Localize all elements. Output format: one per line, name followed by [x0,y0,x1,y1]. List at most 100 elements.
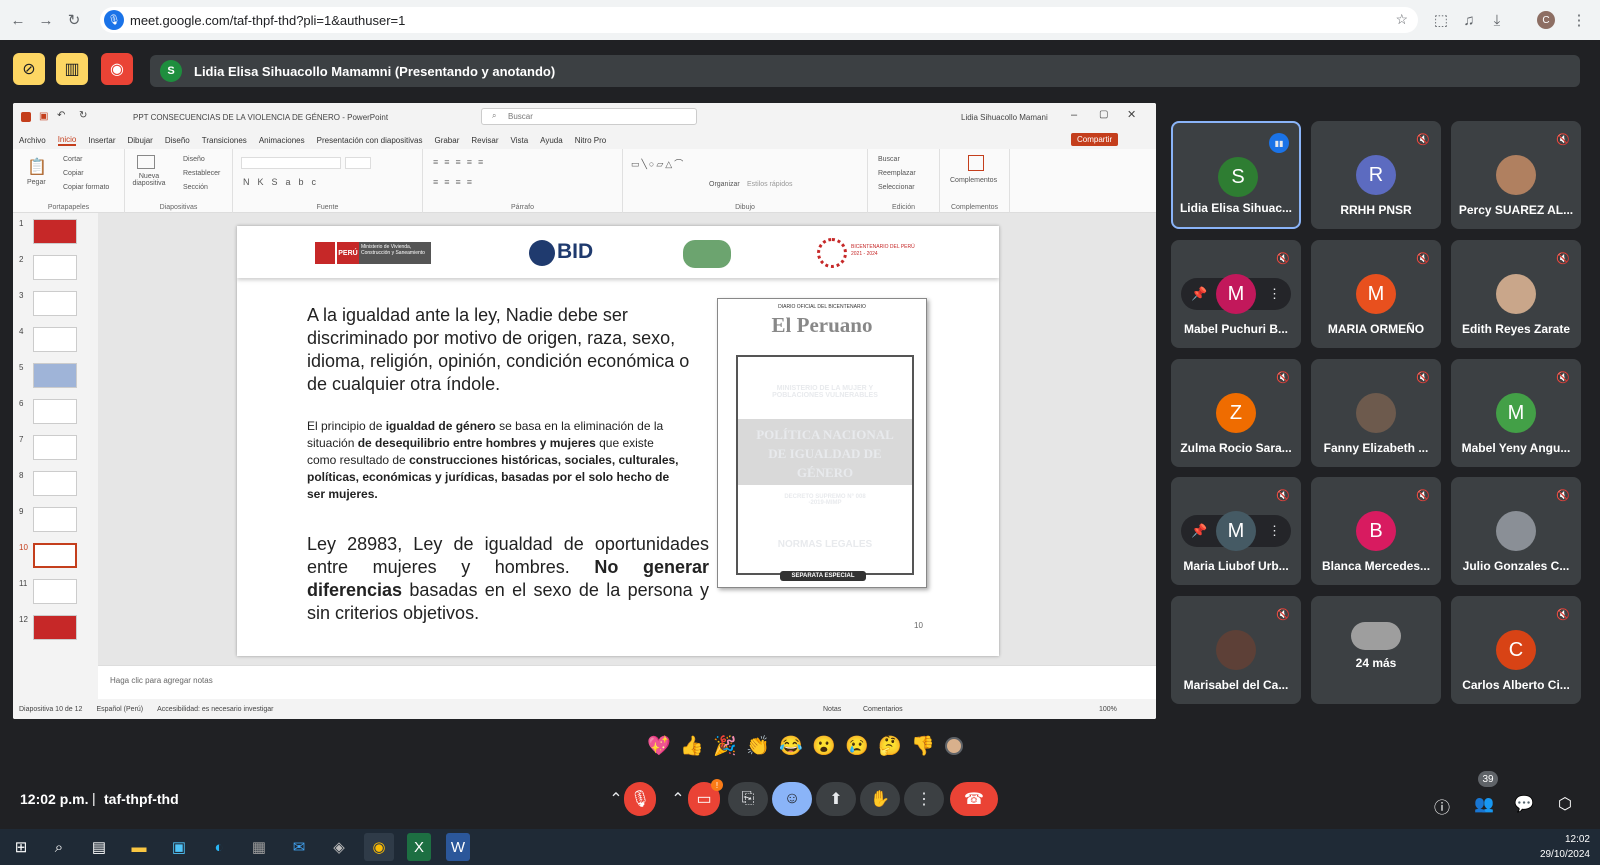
reaction-thumbs-up[interactable]: 👍 [680,734,704,758]
excel-icon[interactable]: X [407,833,431,861]
browser-menu-icon[interactable]: ⋮ [1566,7,1592,33]
participant-tile[interactable]: Julio Gonzales C... 🔇 [1451,477,1581,585]
tab-vista[interactable]: Vista [511,136,529,145]
maximize-icon[interactable]: ▢ [1099,109,1108,120]
layout-button[interactable]: Diseño [183,156,205,163]
align-icons[interactable]: ≡≡≡≡ [433,177,478,187]
back-icon[interactable]: ← [5,7,31,33]
pin-icon[interactable]: 📌 [1191,286,1207,302]
slide-thumbnail[interactable] [33,255,77,280]
reload-icon[interactable]: ↻ [61,7,87,33]
cut-button[interactable]: Cortar [63,156,82,163]
chrome-icon[interactable]: ◉ [364,833,394,861]
recording-icon[interactable]: ◉ [101,53,133,85]
select-button[interactable]: Seleccionar [878,184,915,191]
redo-icon[interactable]: ↻ [79,110,87,121]
tab-ayuda[interactable]: Ayuda [540,136,563,145]
tab-transiciones[interactable]: Transiciones [202,136,247,145]
participant-tile[interactable]: Fanny Elizabeth ... 🔇 [1311,359,1441,467]
close-icon[interactable]: ✕ [1127,108,1136,121]
participant-tile[interactable]: 24 más [1311,596,1441,704]
slide-thumbnail[interactable] [33,579,77,604]
video-options-chevron-icon[interactable]: ⌃ [666,782,690,816]
tile-more-icon[interactable]: ⋮ [1268,286,1281,302]
slide-thumbnail[interactable] [33,363,77,388]
mic-off-button[interactable]: 🎙 [624,782,656,816]
undo-icon[interactable]: ↶ [57,110,65,121]
save-icon[interactable]: ▣ [39,111,48,122]
reaction-heart[interactable]: 💖 [647,734,671,758]
profile-avatar[interactable]: C [1537,11,1555,29]
font-style-icons[interactable]: NKSabc [243,177,324,187]
font-size-select[interactable] [345,157,371,169]
participant-tile[interactable]: C Carlos Alberto Ci... 🔇 [1451,596,1581,704]
reset-button[interactable]: Restablecer [183,170,220,177]
leave-call-button[interactable]: ☎ [950,782,998,816]
present-screen-button[interactable]: ⬆ [816,782,856,816]
edge-icon[interactable]: ◐ [204,833,234,861]
people-icon[interactable]: 👥 [1472,794,1496,814]
reaction-thumbs-down[interactable]: 👎 [911,734,935,758]
tab-animaciones[interactable]: Animaciones [259,136,305,145]
search-icon[interactable]: ⌕ [44,833,74,861]
mail-icon[interactable]: ✉ [284,833,314,861]
accessibility-status[interactable]: Accesibilidad: es necesario investigar [157,706,273,713]
participant-tile[interactable]: M Mabel Yeny Angu... 🔇 [1451,359,1581,467]
address-bar[interactable]: 🎙 meet.google.com/taf-thpf-thd?pli=1&aut… [100,7,1418,33]
slide-thumbnail[interactable] [33,219,77,244]
site-info-icon[interactable]: 🎙 [104,10,124,30]
participant-tile[interactable]: M MARIA ORMEÑO 🔇 [1311,240,1441,348]
calculator-icon[interactable]: ▦ [244,833,274,861]
participant-tile[interactable]: Marisabel del Ca... 🔇 [1171,596,1301,704]
companion-mode-icon[interactable]: ▥ [56,53,88,85]
reactions-button[interactable]: ☺ [772,782,812,816]
windows-start-icon[interactable]: ⊞ [6,833,36,861]
minimize-icon[interactable]: – [1071,109,1077,121]
reaction-clap[interactable]: 👏 [746,734,770,758]
activities-icon[interactable]: ⬡ [1554,794,1576,814]
tab-presentacion[interactable]: Presentación con diapositivas [317,136,423,145]
quick-styles-button[interactable]: Estilos rápidos [747,181,793,188]
remote-desktop-icon[interactable]: ◈ [324,833,354,861]
participant-tile[interactable]: Edith Reyes Zarate 🔇 [1451,240,1581,348]
ppt-search-box[interactable]: ⌕ Buscar [481,108,697,125]
notes-toggle[interactable]: Notas [823,706,841,713]
notes-pane[interactable]: Haga clic para agregar notas [98,665,1156,699]
task-view-icon[interactable]: ▤ [84,833,114,861]
media-control-icon[interactable]: ♫ [1456,7,1482,33]
slide-thumbnail[interactable] [33,471,77,496]
tab-grabar[interactable]: Grabar [434,136,459,145]
section-button[interactable]: Sección [183,184,208,191]
word-icon[interactable]: W [446,833,470,861]
captions-button[interactable]: ⎘ [728,782,768,816]
store-icon[interactable]: ▣ [164,833,194,861]
slide-thumbnail[interactable] [33,291,77,316]
font-select[interactable] [241,157,341,169]
slide-thumbnail[interactable] [33,435,77,460]
reaction-surprised[interactable]: 😮 [812,734,836,758]
participant-tile[interactable]: S Lidia Elisa Sihuac... ▮▮ [1171,121,1301,229]
extensions-icon[interactable]: ⬚ [1428,7,1454,33]
find-button[interactable]: Buscar [878,156,900,163]
participant-tile[interactable]: M Mabel Puchuri B... 🔇 📌 ⋮ [1171,240,1301,348]
reaction-laugh[interactable]: 😂 [779,734,803,758]
arrange-button[interactable]: Organizar [709,181,740,188]
raise-hand-button[interactable]: ✋ [860,782,900,816]
copy-button[interactable]: Copiar [63,170,84,177]
tab-inicio[interactable]: Inicio [57,135,77,146]
slide-thumbnail[interactable] [33,399,77,424]
more-options-button[interactable]: ⋮ [904,782,944,816]
pin-icon[interactable]: 📌 [1191,523,1207,539]
camera-off-icon[interactable]: ⊘ [13,53,45,85]
tab-diseno[interactable]: Diseño [165,136,190,145]
bookmark-star-icon[interactable]: ☆ [1395,11,1408,28]
format-painter-button[interactable]: Copiar formato [63,184,109,191]
meeting-details-icon[interactable]: ⓘ [1432,794,1452,817]
slide-thumbnail[interactable] [33,615,77,640]
participant-tile[interactable]: Percy SUAREZ AL... 🔇 [1451,121,1581,229]
chat-icon[interactable]: 💬 [1514,794,1534,814]
forward-icon[interactable]: → [33,7,59,33]
participant-tile[interactable]: R RRHH PNSR 🔇 [1311,121,1441,229]
new-slide-button[interactable]: Nueva diapositiva [129,173,169,187]
comments-toggle[interactable]: Comentarios [863,706,903,713]
